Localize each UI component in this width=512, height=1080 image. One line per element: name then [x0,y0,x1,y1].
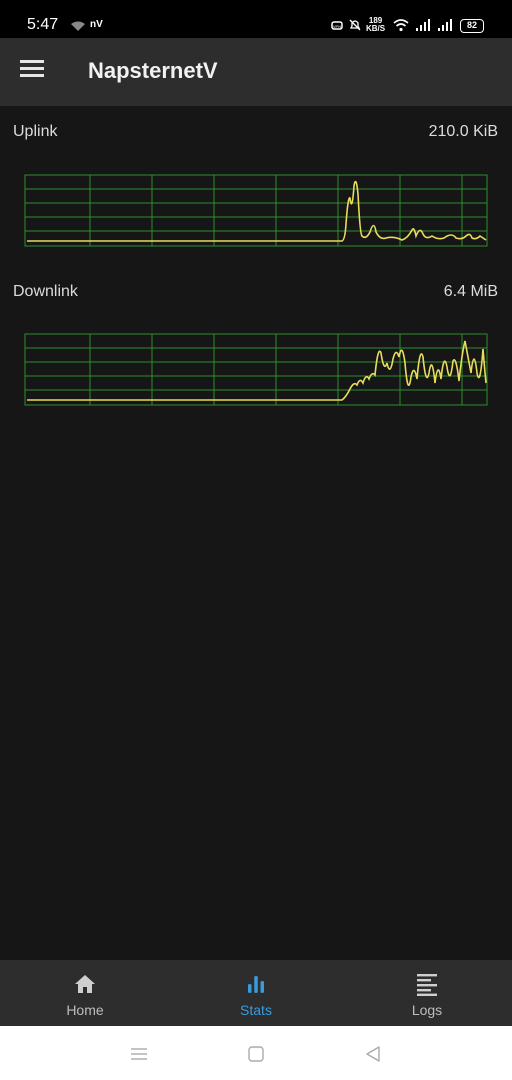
bottom-navigation: Home Stats Logs [0,960,512,1026]
back-icon[interactable] [363,1044,383,1064]
recents-icon[interactable] [129,1044,149,1064]
nav-label-stats: Stats [240,1002,272,1018]
signal-1-icon [416,19,430,31]
nav-label-logs: Logs [411,1002,443,1018]
status-bar: 5:47 nV VPN 189 KB/S 82 [0,0,512,38]
downlink-label: Downlink [13,283,78,300]
svg-text:VPN: VPN [333,24,341,29]
nav-item-home[interactable]: Home [0,960,170,1026]
hamburger-menu-icon[interactable] [20,60,46,82]
downlink-graph [24,333,488,406]
mute-bell-icon [349,19,361,31]
system-navigation-bar [0,1026,512,1080]
status-time: 5:47 [27,16,59,33]
app-title: NapsternetV [88,58,218,83]
battery-indicator: 82 [460,19,484,33]
uplink-label: Uplink [13,123,58,140]
uplink-value: 210.0 KiB [428,123,498,140]
uplink-graph [24,174,488,247]
bar-chart-icon [248,976,264,993]
net-speed: 189 KB/S [366,17,385,33]
logs-list-icon [417,974,437,996]
home-icon [75,975,95,993]
net-speed-unit: KB/S [366,24,386,33]
app-bar: NapsternetV [0,38,512,106]
nav-label-home: Home [66,1002,104,1018]
carrier-badge: nV [90,19,103,30]
wifi-small-icon [71,21,85,31]
system-home-icon[interactable] [246,1044,266,1064]
downlink-value: 6.4 MiB [443,283,498,300]
nav-item-logs[interactable]: Logs [342,960,512,1026]
vpn-icon: VPN [331,21,343,30]
wifi-icon [393,19,409,32]
signal-2-icon [438,19,452,31]
nav-item-stats[interactable]: Stats [171,960,341,1026]
